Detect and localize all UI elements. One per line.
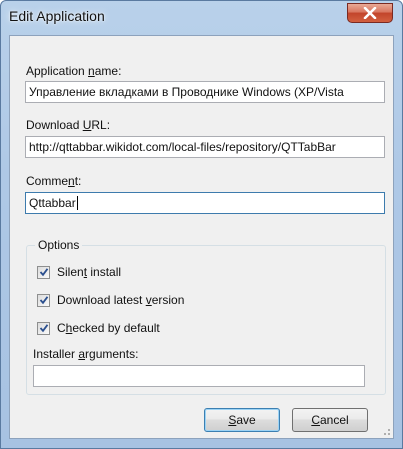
checked-by-default-checkbox[interactable] — [37, 321, 50, 335]
comment-value: Qttabbar — [29, 196, 76, 210]
silent-install-option[interactable]: Silent install — [37, 264, 121, 280]
dialog-window: Edit Application Application name: Управ… — [0, 0, 403, 449]
title-bar[interactable]: Edit Application — [1, 1, 402, 35]
download-url-field[interactable]: http://qttabbar.wikidot.com/local-files/… — [25, 136, 385, 158]
silent-install-label: Silent install — [57, 265, 122, 279]
options-title: Options — [35, 238, 83, 252]
app-name-label: Application name: — [26, 64, 122, 78]
cancel-accel-key: C — [311, 413, 320, 427]
save-label: ave — [236, 413, 256, 427]
cancel-label: ancel — [319, 413, 349, 427]
comment-field[interactable]: Qttabbar — [25, 192, 385, 214]
download-latest-checkbox[interactable] — [37, 293, 50, 307]
installer-args-label: Installer arguments: — [33, 347, 139, 361]
checked-by-default-label: Checked by default — [57, 321, 160, 335]
checkmark-icon — [39, 268, 48, 277]
options-groupbox: Options Silent install Download latest v… — [26, 238, 386, 395]
resize-grip-icon[interactable] — [381, 426, 391, 436]
download-url-value: http://qttabbar.wikidot.com/local-files/… — [29, 140, 336, 154]
comment-label: Comment: — [26, 174, 82, 188]
dialog-client-area: Application name: Управление вкладками в… — [9, 35, 394, 439]
download-latest-label: Download latest version — [57, 293, 185, 307]
text-caret — [76, 196, 78, 210]
save-accel-key: S — [228, 413, 237, 427]
download-latest-option[interactable]: Download latest version — [37, 292, 184, 308]
app-name-value: Управление вкладками в Проводнике Window… — [29, 85, 344, 99]
cancel-button[interactable]: Cancel — [292, 408, 368, 432]
installer-args-field[interactable] — [33, 365, 365, 387]
close-button[interactable] — [347, 3, 393, 23]
close-icon — [363, 7, 377, 19]
checkmark-icon — [39, 296, 48, 305]
save-button[interactable]: Save — [204, 408, 280, 432]
download-url-label: Download URL: — [26, 118, 111, 132]
app-name-field[interactable]: Управление вкладками в Проводнике Window… — [25, 81, 385, 103]
window-title: Edit Application — [9, 8, 105, 24]
checked-by-default-option[interactable]: Checked by default — [37, 320, 160, 336]
silent-install-checkbox[interactable] — [37, 265, 50, 279]
checkmark-icon — [39, 324, 48, 333]
